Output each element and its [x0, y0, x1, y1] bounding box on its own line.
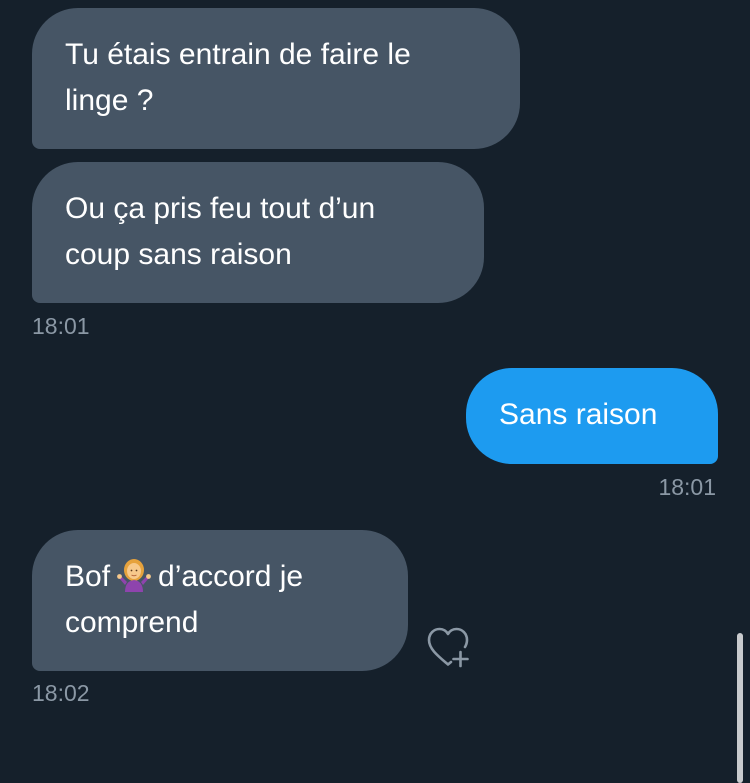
scrollbar-thumb[interactable]: [737, 633, 743, 783]
message-text-line: Ou ça pris feu tout d’un: [65, 192, 376, 225]
message-timestamp: 18:01: [658, 474, 716, 500]
message-text-line: linge ?: [65, 84, 154, 117]
message-text-fragment: d’accord je: [158, 560, 304, 593]
message-text-fragment: Bof: [65, 560, 111, 593]
message-text-line: Bof d’accord je: [65, 554, 374, 600]
message-timestamp: 18:01: [32, 313, 90, 339]
woman-shrugging-emoji: [116, 556, 152, 592]
message-text-line: Tu étais entrain de faire le: [65, 38, 411, 71]
message-text-line: comprend: [65, 606, 199, 639]
message-text-line: coup sans raison: [65, 238, 292, 271]
message-bubble-incoming[interactable]: Tu étais entrain de faire le linge ?: [32, 8, 520, 149]
heart-plus-icon[interactable]: [424, 624, 472, 670]
message-bubble-incoming[interactable]: Ou ça pris feu tout d’un coup sans raiso…: [32, 162, 484, 303]
message-bubble-incoming[interactable]: Bof d’accord je comprend: [32, 530, 408, 671]
message-bubble-outgoing[interactable]: Sans raison: [466, 368, 718, 464]
message-text-line: Sans raison: [499, 398, 658, 431]
message-timestamp: 18:02: [32, 680, 90, 706]
